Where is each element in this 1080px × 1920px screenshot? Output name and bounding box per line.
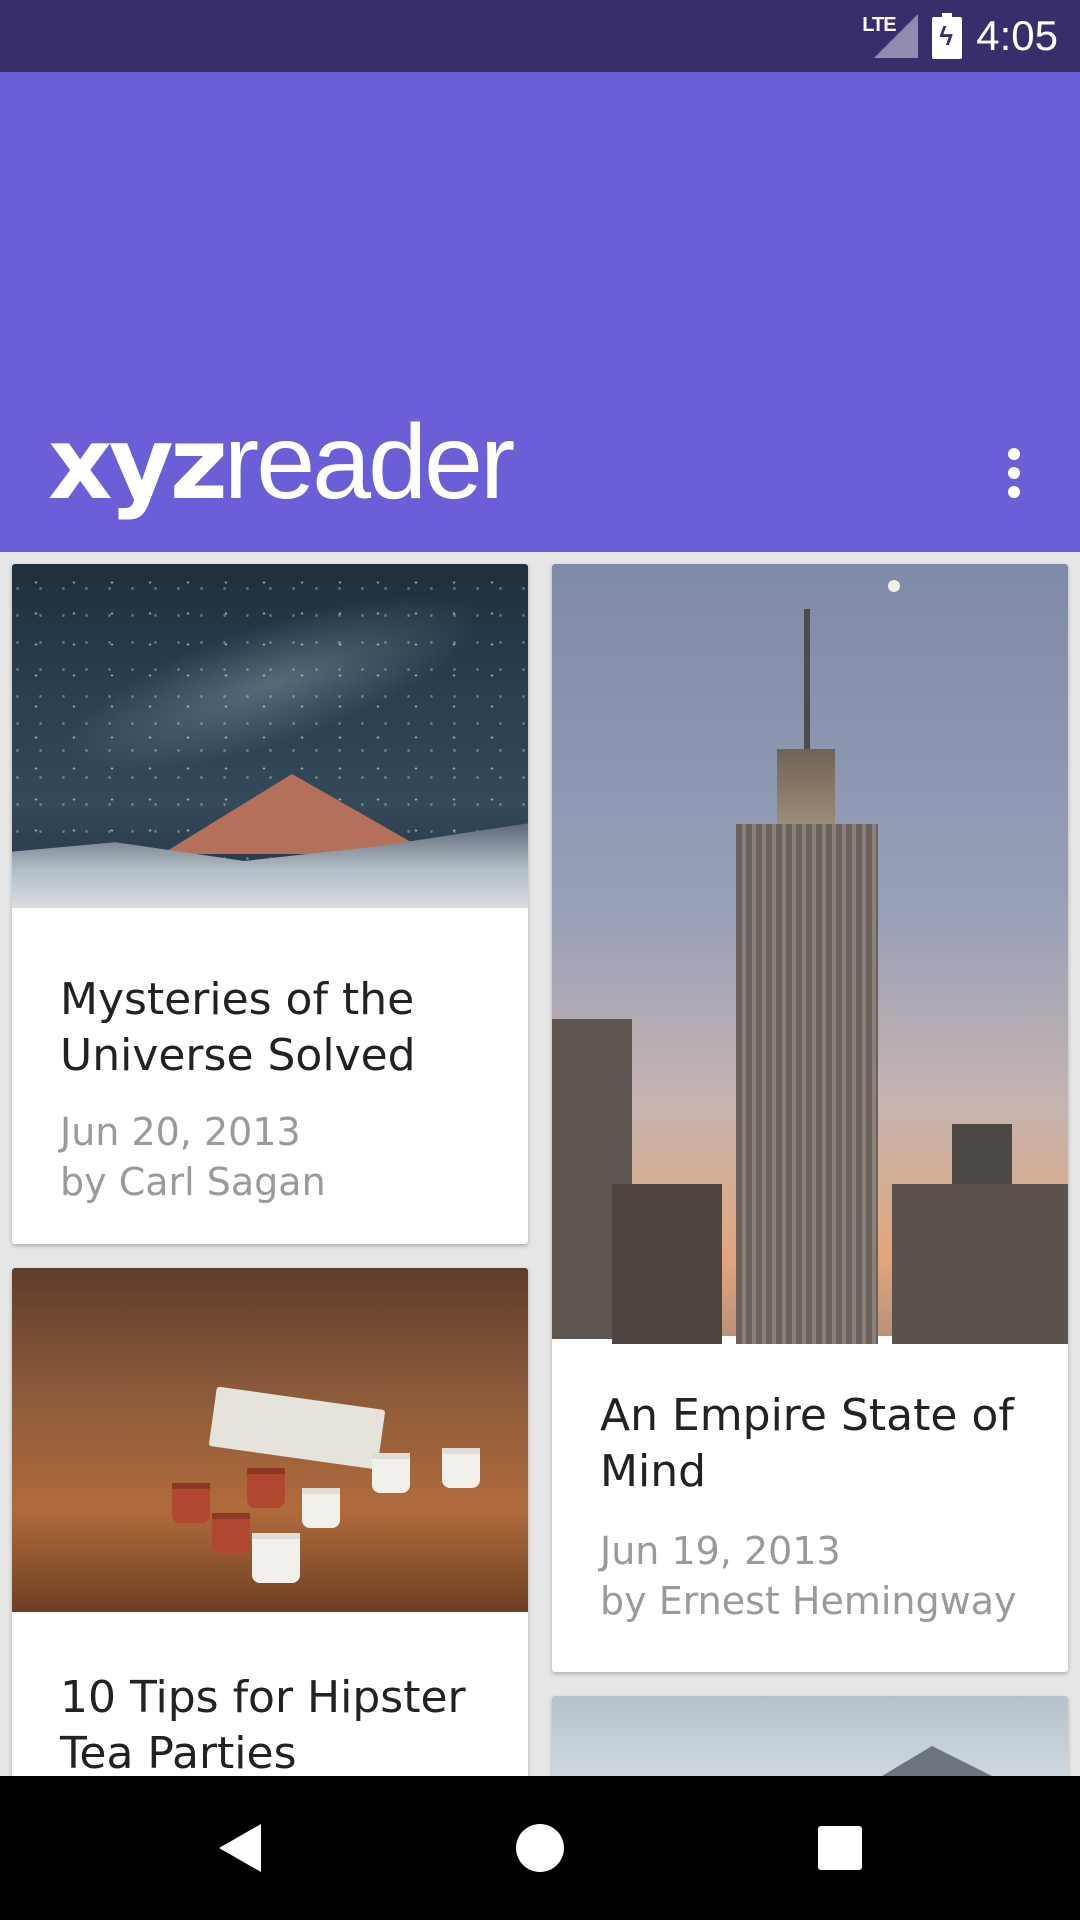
article-date: Jun 19, 2013	[600, 1529, 841, 1573]
lte-signal-icon: LTE	[862, 14, 919, 58]
article-image-night-sky	[12, 564, 528, 908]
article-title: Mysteries of the Universe Solved	[60, 974, 416, 1081]
signal-strength-icon	[874, 14, 919, 58]
article-list[interactable]: Mysteries of the Universe Solved Jun 20,…	[0, 552, 1080, 1776]
logo-bold-text: xyz	[48, 405, 228, 522]
article-image-snowy-mountain	[552, 1696, 1068, 1776]
article-meta: Jun 19, 2013 by Ernest Hemingway	[600, 1526, 1048, 1626]
overflow-menu-icon[interactable]	[990, 437, 1038, 509]
article-card[interactable]: 10 Tips for Hipster Tea Parties	[12, 1268, 528, 1776]
article-card[interactable]: Mysteries of the Universe Solved Jun 20,…	[12, 564, 528, 1244]
recents-icon[interactable]	[768, 1776, 912, 1920]
battery-charging-icon: ϟ	[932, 13, 963, 59]
home-icon[interactable]	[468, 1776, 612, 1920]
article-image-empire-state	[552, 564, 1068, 1344]
article-card[interactable]	[552, 1696, 1068, 1776]
app-logo: xyz reader	[48, 402, 515, 522]
navigation-bar	[0, 1776, 1080, 1920]
article-byline: by Ernest Hemingway	[600, 1579, 1017, 1623]
article-date: Jun 20, 2013	[60, 1110, 301, 1154]
app-bar: xyz reader	[0, 72, 1080, 552]
status-icons: LTE ϟ 4:05	[862, 0, 1058, 72]
status-clock: 4:05	[976, 12, 1058, 59]
back-icon[interactable]	[168, 1776, 312, 1920]
article-title: An Empire State of Mind	[600, 1390, 1014, 1497]
logo-light-text: reader	[223, 403, 515, 521]
article-image-tea-cups	[12, 1268, 528, 1612]
article-byline: by Carl Sagan	[60, 1160, 326, 1204]
article-meta: Jun 20, 2013 by Carl Sagan	[60, 1107, 508, 1207]
article-card[interactable]: An Empire State of Mind Jun 19, 2013 by …	[552, 564, 1068, 1672]
status-bar: LTE ϟ 4:05	[0, 0, 1080, 72]
article-title: 10 Tips for Hipster Tea Parties	[60, 1672, 466, 1776]
